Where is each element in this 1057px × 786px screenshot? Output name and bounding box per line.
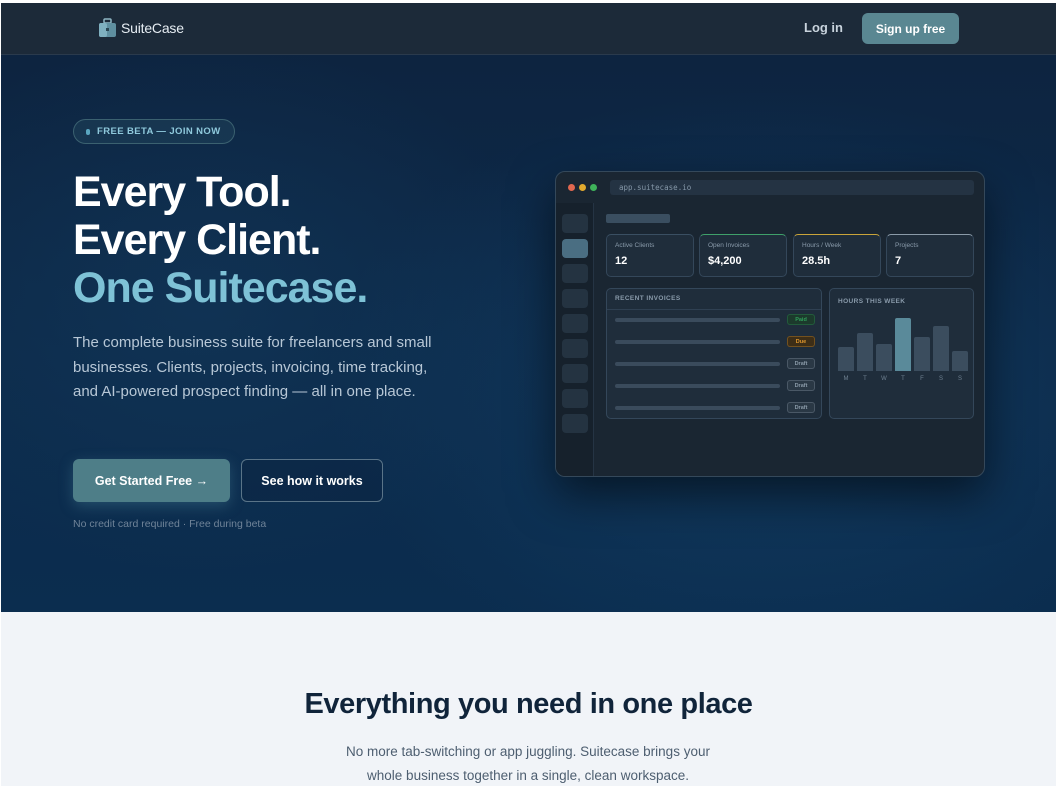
hours-bar [895,318,911,371]
stat-label: Projects [895,242,919,249]
invoice-placeholder-bar [615,362,780,366]
features-section: Everything you need in one place No more… [1,612,1056,786]
invoice-status-badge: Draft [787,402,815,413]
recent-invoices-title: RECENT INVOICES [615,295,681,302]
stat-card: Active Clients 12 [606,234,694,277]
invoice-placeholder-bar [615,406,780,410]
preview-sidebar-item [562,414,588,433]
hero-headline: Every Tool. Every Client. One Suitecase. [73,168,368,312]
preview-sidebar [556,203,594,476]
hours-bar [857,333,873,371]
headline-line-2: Every Client. [73,216,322,264]
preview-url-bar: app.suitecase.io [610,180,974,195]
features-subtitle: No more tab-switching or app juggling. S… [346,744,710,783]
invoice-status-badge: Draft [787,380,815,391]
panel-divider [607,309,821,310]
stat-label: Open Invoices [708,242,750,249]
hero-finenote: No credit card required · Free during be… [73,518,267,530]
hours-bar [838,347,854,371]
top-navigation: SuiteCase Log in Sign up free [1,3,1056,55]
login-link[interactable]: Log in [804,20,843,35]
invoice-status-badge: Paid [787,314,815,325]
close-dot-icon [568,184,575,191]
brand-logo[interactable]: SuiteCase [98,18,184,38]
hours-day-label: S [957,376,962,382]
stat-card: Open Invoices $4,200 [699,234,787,277]
preview-sidebar-item [562,364,588,383]
minimize-dot-icon [579,184,586,191]
stat-value: 28.5h [802,255,831,267]
preview-titlebar: app.suitecase.io [556,172,984,202]
features-title: Everything you need in one place [304,688,753,720]
hours-day-label: M [843,376,849,382]
recent-invoices-panel: RECENT INVOICES Paid Due Draft Draft Draft [606,288,822,419]
suitcase-icon [98,18,117,38]
hero-section: FREE BETA — JOIN NOW Every Tool. Every C… [1,55,1056,612]
preview-sidebar-item [562,264,588,283]
maximize-dot-icon [590,184,597,191]
stat-value: $4,200 [708,255,742,267]
hours-day-label: F [920,376,924,382]
preview-heading-placeholder [606,214,670,223]
see-how-it-works-button[interactable]: See how it works [241,459,383,502]
invoice-placeholder-bar [615,318,780,322]
preview-sidebar-item [562,289,588,308]
app-preview: app.suitecase.io Active Clients 12 Open In… [555,171,985,477]
invoice-status-badge: Draft [787,358,815,369]
invoice-row: Draft [615,402,815,414]
headline-line-1: Every Tool. [73,168,292,216]
stat-label: Hours / Week [802,242,842,249]
page: SuiteCase Log in Sign up free FREE BETA … [1,3,1056,786]
brand-name: SuiteCase [121,20,184,36]
preview-sidebar-item-active [562,239,588,258]
stat-card: Projects 7 [886,234,974,277]
hours-day-label: T [863,376,867,382]
hero-description: The complete business suite for freelanc… [73,334,432,400]
stat-value: 12 [615,255,628,267]
invoice-row: Paid [615,314,815,326]
invoice-row: Draft [615,358,815,370]
invoice-status-badge: Due [787,336,815,347]
hours-day-label: W [881,376,887,382]
hours-day-label: S [938,376,943,382]
hours-day-label: T [901,376,905,382]
signup-button[interactable]: Sign up free [862,13,959,44]
preview-sidebar-item [562,314,588,333]
hours-bar [933,326,949,371]
invoice-row: Draft [615,380,815,392]
preview-sidebar-item [562,389,588,408]
hours-bar [952,351,968,371]
invoice-row: Due [615,336,815,348]
preview-sidebar-item [562,339,588,358]
stat-card: Hours / Week 28.5h [793,234,881,277]
stat-label: Active Clients [615,242,655,249]
headline-line-3: One Suitecase. [73,264,368,312]
beta-badge-label: FREE BETA — JOIN NOW [97,126,221,137]
hours-bar [876,344,892,371]
badge-dot-icon [86,128,90,135]
invoice-placeholder-bar [615,384,780,388]
invoice-placeholder-bar [615,340,780,344]
get-started-button[interactable]: Get Started Free → [73,459,230,502]
beta-badge[interactable]: FREE BETA — JOIN NOW [73,119,235,144]
hours-this-week-panel: HOURS THIS WEEK MTWTFSS [829,288,974,419]
stat-value: 7 [895,255,902,267]
preview-sidebar-item [562,214,588,233]
hours-bar [914,337,930,371]
